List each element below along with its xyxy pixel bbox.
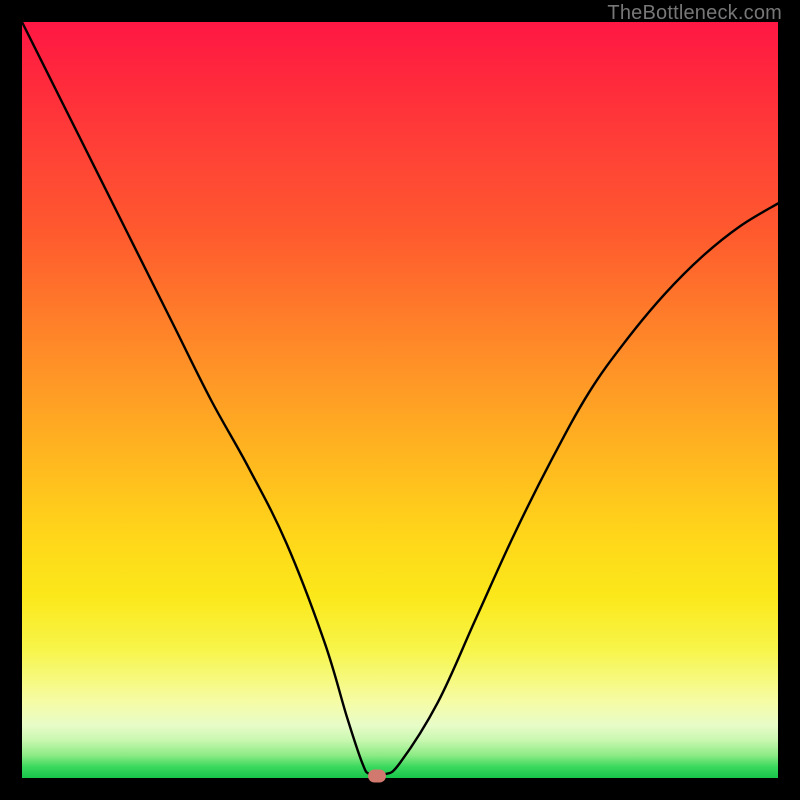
optimal-point-marker bbox=[368, 769, 386, 782]
plot-area bbox=[22, 22, 778, 778]
chart-frame: TheBottleneck.com bbox=[0, 0, 800, 800]
bottleneck-curve bbox=[22, 22, 778, 778]
